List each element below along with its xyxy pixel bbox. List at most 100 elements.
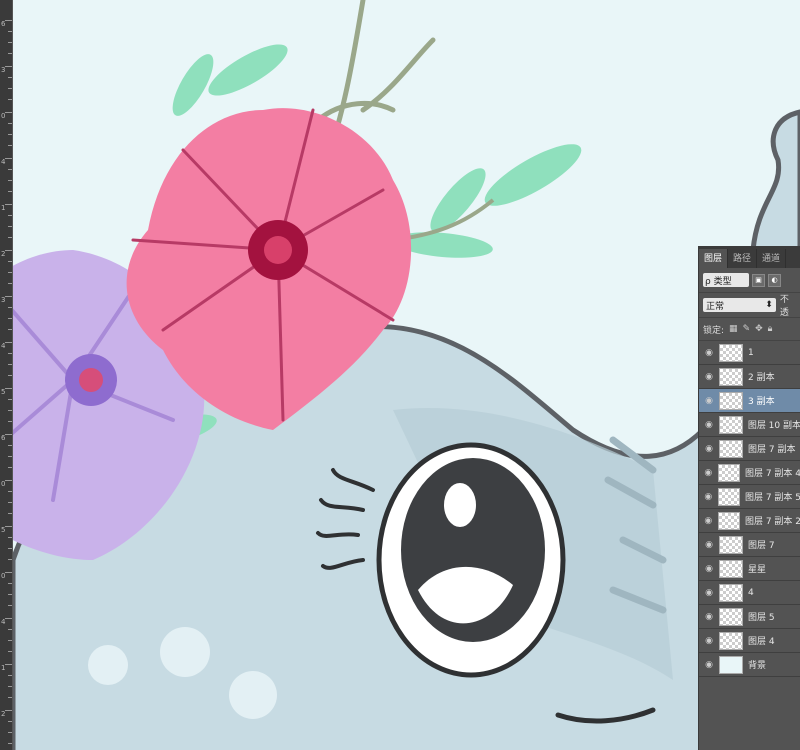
layer-thumbnail: [719, 343, 743, 362]
layer-row[interactable]: ◉ 4: [699, 581, 800, 605]
layer-row[interactable]: ◉ 图层 7 副本 4: [699, 461, 800, 485]
layer-row[interactable]: ◉ 星星: [699, 557, 800, 581]
ruler-tick: [8, 180, 12, 181]
layer-row[interactable]: ◉ 图层 7: [699, 533, 800, 557]
filter-row: ρ 类型 ▣ ◐: [699, 268, 800, 293]
layer-row[interactable]: ◉ 3 副本: [699, 389, 800, 413]
eye-icon[interactable]: ◉: [699, 444, 719, 454]
layer-thumbnail: [717, 511, 740, 530]
ruler-tick: [8, 491, 12, 492]
ruler-label: 6: [1, 434, 6, 442]
ruler-label: 3: [1, 66, 6, 74]
ruler-tick: [5, 664, 12, 665]
document-canvas[interactable]: [13, 0, 800, 750]
chevron-down-icon: ⬍: [765, 300, 773, 310]
eye-icon[interactable]: ◉: [699, 660, 719, 670]
ruler-tick: [8, 399, 12, 400]
eye-icon[interactable]: ◉: [699, 396, 719, 406]
eye-icon[interactable]: ◉: [699, 372, 719, 382]
ruler-tick: [8, 583, 12, 584]
layer-row[interactable]: ◉ 背景: [699, 653, 800, 677]
layer-row[interactable]: ◉ 2 副本: [699, 365, 800, 389]
ruler-label: 4: [1, 618, 6, 626]
layer-row[interactable]: ◉ 图层 7 副本 2: [699, 509, 800, 533]
blend-mode-select[interactable]: 正常 ⬍: [703, 298, 776, 312]
ruler-tick: [8, 364, 12, 365]
ruler-tick: [5, 388, 12, 389]
ruler-tick: [8, 513, 12, 514]
ruler-tick: [8, 686, 12, 687]
eye-icon[interactable]: ◉: [699, 516, 718, 526]
layer-name: 图层 10 副本: [747, 421, 800, 431]
panel-tab[interactable]: 图层: [699, 249, 729, 268]
ruler-tick: [8, 456, 12, 457]
layer-thumbnail: [719, 367, 743, 386]
layer-row[interactable]: ◉ 图层 5: [699, 605, 800, 629]
ruler-tick: [8, 42, 12, 43]
lock-position-icon[interactable]: ✥: [755, 324, 763, 334]
layer-thumbnail: [719, 559, 743, 578]
ruler-label: 2: [1, 710, 6, 718]
layer-row[interactable]: ◉ 图层 7 副本: [699, 437, 800, 461]
layer-name: 1: [748, 347, 754, 358]
layer-row[interactable]: ◉ 图层 4: [699, 629, 800, 653]
lock-paint-icon[interactable]: ✎: [743, 324, 751, 334]
body-dot: [160, 627, 210, 677]
ruler-tick: [8, 629, 12, 630]
eye-icon[interactable]: ◉: [699, 420, 719, 430]
filter-image-icon[interactable]: ▣: [752, 273, 765, 287]
lock-row: 锁定: ▦ ✎ ✥ 🔒︎: [699, 318, 800, 341]
ruler-tick: [8, 732, 12, 733]
ruler-tick: [8, 31, 12, 32]
body-dot: [88, 645, 128, 685]
layer-name: 图层 7 副本 2: [744, 517, 800, 527]
ruler-tick: [5, 296, 12, 297]
ruler-label: 0: [1, 112, 6, 120]
layer-filter-select[interactable]: ρ 类型: [703, 273, 749, 287]
ruler-tick: [8, 502, 12, 503]
layer-row[interactable]: ◉ 图层 7 副本 5: [699, 485, 800, 509]
ruler-tick: [5, 342, 12, 343]
ruler-tick: [8, 123, 12, 124]
ruler-tick: [8, 191, 12, 192]
ruler-label: 5: [1, 526, 6, 534]
layer-thumbnail: [719, 391, 743, 410]
ruler-tick: [8, 169, 12, 170]
ruler-tick: [8, 421, 12, 422]
ruler-tick: [8, 537, 12, 538]
ruler-tick: [8, 307, 12, 308]
eye-icon[interactable]: ◉: [699, 468, 718, 478]
ruler-label: 2: [1, 250, 6, 258]
ruler-tick: [8, 215, 12, 216]
ruler-tick: [5, 710, 12, 711]
panel-tabs: 图层 路径 通道: [699, 246, 800, 268]
eye-icon[interactable]: ◉: [699, 588, 719, 598]
opacity-label: 不透: [779, 295, 789, 318]
layer-name: 星星: [748, 565, 767, 575]
layer-thumbnail: [719, 583, 743, 602]
layer-list: ◉ 1 ◉ 2 副本 ◉ 3 副本 ◉ 图层 10 副本 ◉ 图层 7 副本 ◉ 图层 7 副本 4 ◉…: [699, 341, 800, 677]
filter-adjust-icon[interactable]: ◐: [768, 273, 781, 287]
ruler-tick: [8, 353, 12, 354]
ruler-tick: [8, 375, 12, 376]
eye-icon[interactable]: ◉: [699, 636, 719, 646]
layer-row[interactable]: ◉ 图层 10 副本: [699, 413, 800, 437]
layer-thumbnail: [719, 535, 743, 554]
layer-row[interactable]: ◉ 1: [699, 341, 800, 365]
ruler-tick: [5, 434, 12, 435]
lock-all-icon[interactable]: 🔒︎: [768, 324, 773, 334]
eye-icon[interactable]: ◉: [699, 348, 719, 358]
panel-tab[interactable]: 路径: [728, 249, 758, 268]
ruler-tick: [8, 134, 12, 135]
eye-icon[interactable]: ◉: [699, 492, 718, 502]
eye-icon[interactable]: ◉: [699, 540, 719, 550]
lock-transparency-icon[interactable]: ▦: [729, 324, 738, 334]
panel-tab[interactable]: 通道: [757, 249, 787, 268]
eye-icon[interactable]: ◉: [699, 564, 719, 574]
layer-name: 背景: [748, 661, 767, 671]
ruler-tick: [5, 526, 12, 527]
ruler-tick: [8, 743, 12, 744]
ruler-tick: [5, 618, 12, 619]
eye-icon[interactable]: ◉: [699, 612, 719, 622]
ruler-label: 1: [1, 204, 6, 212]
